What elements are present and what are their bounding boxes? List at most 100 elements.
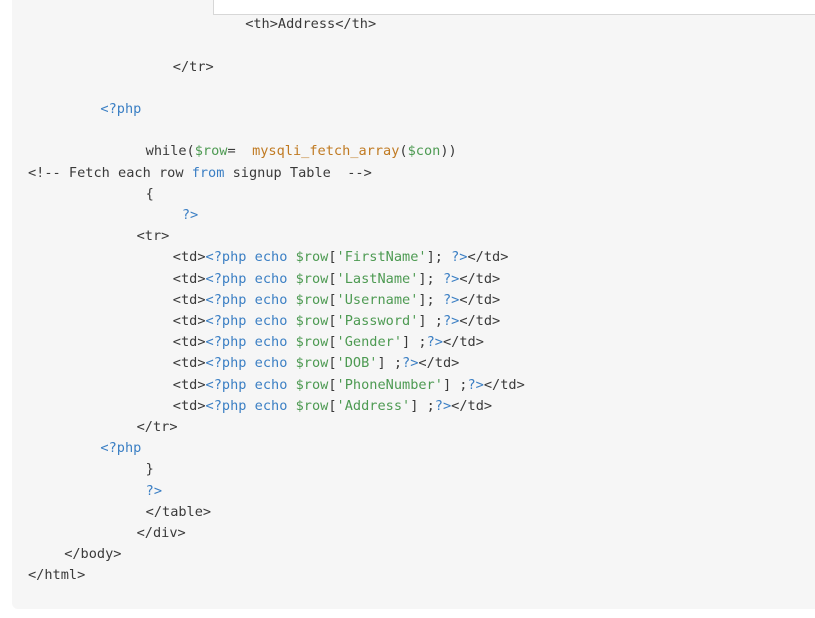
code-line: </table> — [146, 502, 211, 523]
code-token: echo — [254, 376, 288, 393]
code-line: <td><?php echo $row['PhoneNumber'] ;?></… — [173, 375, 525, 396]
code-token: </td> — [459, 291, 501, 308]
code-token: ] ; — [418, 313, 443, 329]
code-token: </td> — [451, 397, 493, 414]
code-token: <td> — [172, 313, 206, 329]
code-token: } — [145, 461, 154, 478]
code-token: <?php — [100, 101, 142, 117]
code-token: </td> — [467, 249, 509, 266]
code-token: ( — [399, 143, 408, 160]
code-token: <td> — [172, 334, 206, 351]
code-token: mysqli_fetch_array — [252, 143, 400, 160]
code-token: <?php — [205, 334, 247, 351]
code-token: echo — [254, 291, 288, 308]
code-token: </tr> — [136, 419, 178, 435]
code-token: ] ; — [402, 334, 427, 351]
code-line: <td><?php echo $row['DOB'] ;?></td> — [173, 353, 460, 374]
code-token: $row — [295, 270, 329, 287]
code-token: </body> — [64, 546, 122, 563]
code-token: 'Password' — [336, 313, 419, 329]
code-token: while( — [145, 143, 195, 160]
code-token: ] ; — [442, 376, 468, 393]
code-line: ?> — [146, 481, 162, 502]
code-token: </html> — [28, 567, 86, 584]
code-token: echo — [254, 397, 288, 414]
code-token: $row — [295, 355, 329, 372]
code-token: ?> — [145, 482, 163, 499]
code-line: { — [146, 184, 154, 205]
code-token: )) — [440, 143, 457, 160]
code-token: [ — [328, 249, 337, 266]
code-token: ?> — [402, 355, 419, 372]
code-line: <!-- Fetch each row from signup Table --… — [28, 163, 372, 184]
code-token: $con — [407, 143, 441, 160]
code-line: <td><?php echo $row['Username']; ?></td> — [173, 290, 500, 311]
code-token: ?> — [434, 397, 452, 414]
code-token: </table> — [145, 503, 212, 520]
code-token: signup Table --> — [224, 164, 372, 181]
code-token: $row — [295, 397, 329, 414]
code-token: from — [191, 164, 225, 181]
code-token: <td> — [172, 249, 206, 266]
code-token: [ — [328, 355, 337, 372]
code-token: 'Username' — [336, 291, 419, 308]
code-line: </body> — [64, 544, 121, 565]
code-token: </div> — [136, 525, 186, 541]
code-line: <tr> — [137, 226, 170, 247]
code-token: <td> — [172, 291, 206, 308]
code-token: 'Address' — [336, 397, 411, 414]
code-token: $row — [194, 143, 228, 160]
code-token: <tr> — [136, 228, 170, 245]
code-token: ?> — [467, 376, 484, 393]
code-token: <th>Address</th> — [245, 16, 377, 33]
code-token: $row — [295, 313, 329, 329]
code-token: <?php — [100, 440, 142, 457]
code-token: </td> — [459, 270, 501, 287]
code-token: </td> — [418, 355, 460, 372]
code-token: <?php — [205, 397, 247, 414]
code-token: [ — [328, 313, 337, 329]
code-token: $row — [295, 376, 329, 393]
code-token: ?> — [442, 291, 460, 308]
code-line: <td><?php echo $row['FirstName']; ?></td… — [173, 247, 509, 268]
code-line: <td><?php echo $row['Address'] ;?></td> — [173, 396, 492, 417]
code-token: <?php — [205, 355, 247, 372]
code-token: </td> — [483, 376, 525, 393]
code-token: </tr> — [172, 58, 214, 75]
code-token: ]; — [418, 270, 443, 287]
code-token: [ — [328, 334, 337, 351]
code-token: <?php — [205, 249, 247, 266]
code-token: ] ; — [377, 355, 403, 372]
code-token: </td> — [459, 313, 501, 329]
code-token: = — [227, 143, 253, 160]
code-line: while($row= mysqli_fetch_array($con)) — [146, 141, 457, 162]
code-token: [ — [328, 397, 337, 414]
code-line: </div> — [137, 523, 186, 544]
code-token: <td> — [172, 376, 206, 393]
code-line: } — [146, 459, 154, 480]
code-token: { — [145, 185, 154, 202]
code-token: echo — [254, 355, 288, 372]
code-token: <td> — [172, 270, 206, 287]
code-token: ]; — [426, 249, 452, 266]
code-token: $row — [295, 291, 329, 308]
code-line: <?php — [100, 438, 141, 459]
code-token: [ — [328, 270, 337, 287]
code-token: ?> — [442, 270, 460, 287]
code-token: <?php — [205, 376, 247, 393]
code-token: $row — [295, 249, 329, 266]
code-block[interactable]: <th>Phone Number</th><th>Address</th></t… — [12, 0, 815, 609]
code-token: <!-- Fetch each row — [28, 164, 192, 181]
code-token: ?> — [181, 207, 199, 223]
